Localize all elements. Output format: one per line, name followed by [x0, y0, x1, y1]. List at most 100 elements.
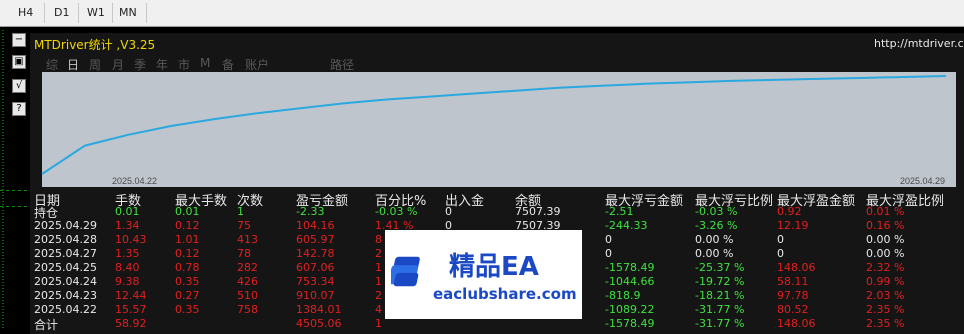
- cell-pnl: -2.33: [296, 205, 325, 218]
- brand-logo-icon: [391, 256, 420, 287]
- cell-date: 2025.04.23: [34, 289, 97, 302]
- cell-max-lots: 0.35: [175, 303, 200, 316]
- tab-summary[interactable]: 综: [46, 56, 58, 73]
- cell-max-fp-pct: 0.16 %: [866, 219, 905, 232]
- cell-max-fp-pct: 2.03 %: [866, 289, 905, 302]
- cell-balance: 7507.39: [515, 205, 561, 218]
- cell-pnl: 607.06: [296, 261, 335, 274]
- screenshot-icon[interactable]: ▣: [12, 55, 26, 69]
- tab-notes[interactable]: 备: [222, 56, 234, 73]
- cell-max-dd-pct: -25.37 %: [695, 261, 745, 274]
- cell-max-fp-pct: 0.01 %: [866, 205, 905, 218]
- tab-account[interactable]: 账户: [245, 56, 269, 73]
- cell-date: 2025.04.25: [34, 261, 97, 274]
- cell-count: 282: [237, 261, 258, 274]
- cell-max-fp: 0.92: [777, 205, 802, 218]
- cell-lots: 10.43: [115, 233, 147, 246]
- tab-path[interactable]: 路径: [330, 56, 354, 73]
- cell-date: 2025.04.28: [34, 233, 97, 246]
- cell-count: 1: [237, 205, 244, 218]
- cell-max-dd-pct: -31.77 %: [695, 303, 745, 316]
- cell-count: 758: [237, 303, 258, 316]
- cell-lots: 58.92: [115, 317, 147, 330]
- panel-title: MTDriver统计 ,V3.25: [34, 38, 156, 52]
- timeframe-w1[interactable]: W1: [87, 6, 105, 19]
- cell-max-lots: 1.01: [175, 233, 200, 246]
- toolbar-divider: [44, 3, 45, 23]
- cell-date: 2025.04.22: [34, 303, 97, 316]
- minimize-panel-button[interactable]: −: [12, 33, 26, 47]
- tab-monthly[interactable]: 月: [112, 56, 124, 73]
- timeframe-h4[interactable]: H4: [18, 6, 33, 19]
- cell-pnl: 142.78: [296, 247, 335, 260]
- cell-max-lots: 0.01: [175, 205, 200, 218]
- tab-yearly[interactable]: 年: [156, 56, 168, 73]
- cell-count: 426: [237, 275, 258, 288]
- cell-count: 75: [237, 219, 251, 232]
- cell-lots: 15.57: [115, 303, 147, 316]
- help-icon[interactable]: ?: [12, 102, 26, 116]
- cell-date: 2025.04.29: [34, 219, 97, 232]
- chart-gutter-line: [2, 30, 4, 330]
- cell-max-fp-pct: 2.35 %: [866, 303, 905, 316]
- cell-max-dd-pct: -0.03 %: [695, 205, 738, 218]
- check-icon[interactable]: √: [12, 79, 26, 93]
- cell-max-dd-pct: -3.26 %: [695, 219, 738, 232]
- cell-pct: 2: [375, 247, 382, 260]
- cell-max-lots: 0.78: [175, 261, 200, 274]
- cell-count: 510: [237, 289, 258, 302]
- timeframe-d1[interactable]: D1: [54, 6, 69, 19]
- cell-pct: 1: [375, 317, 382, 330]
- cell-max-fp-pct: 0.00 %: [866, 233, 905, 246]
- cell-pct: 1: [375, 261, 382, 274]
- panel-url-link[interactable]: http://mtdriver.com: [874, 37, 964, 50]
- cell-max-fp-pct: 0.00 %: [866, 247, 905, 260]
- cell-count: 413: [237, 233, 258, 246]
- cell-max-dd: -244.33: [605, 219, 648, 232]
- cell-pct: 1: [375, 275, 382, 288]
- toolbar-divider: [146, 3, 147, 23]
- cell-pct: 8: [375, 233, 382, 246]
- cell-max-fp: 0: [777, 233, 784, 246]
- timeframe-mn[interactable]: MN: [119, 6, 137, 19]
- cell-max-fp: 148.06: [777, 317, 816, 330]
- cell-max-lots: 0.12: [175, 247, 200, 260]
- cell-max-lots: 0.12: [175, 219, 200, 232]
- cell-max-dd: -1089.22: [605, 303, 655, 316]
- watermark-title: 精品EA: [449, 252, 539, 282]
- cell-pnl: 605.97: [296, 233, 335, 246]
- cell-date: 2025.04.27: [34, 247, 97, 260]
- cell-pnl: 4505.06: [296, 317, 342, 330]
- cell-max-dd-pct: 0.00 %: [695, 233, 734, 246]
- cell-max-dd-pct: -31.77 %: [695, 317, 745, 330]
- cell-max-fp: 80.52: [777, 303, 809, 316]
- cell-max-dd-pct: -18.21 %: [695, 289, 745, 302]
- timeframe-toolbar: H4 D1 W1 MN: [0, 0, 964, 27]
- cell-max-fp-pct: 0.99 %: [866, 275, 905, 288]
- cell-pct: -0.03 %: [375, 205, 418, 218]
- cell-max-lots: 0.27: [175, 289, 200, 302]
- cell-pnl: 910.07: [296, 289, 335, 302]
- tab-market[interactable]: 市: [178, 56, 190, 73]
- tab-weekly[interactable]: 周: [89, 56, 101, 73]
- cell-pct: 2: [375, 289, 382, 302]
- tab-quarterly[interactable]: 季: [134, 56, 146, 73]
- cell-lots: 0.01: [115, 205, 140, 218]
- cell-max-dd: 0: [605, 233, 612, 246]
- cell-lots: 1.34: [115, 219, 140, 232]
- watermark-overlay: 精品EA eaclubshare.com: [385, 230, 582, 319]
- cell-pnl: 753.34: [296, 275, 335, 288]
- tab-m[interactable]: M: [200, 56, 210, 70]
- cell-max-dd: -818.9: [605, 289, 641, 302]
- price-gridline: [0, 190, 30, 191]
- watermark-subtitle: eaclubshare.com: [433, 285, 577, 303]
- cell-max-dd: -1044.66: [605, 275, 655, 288]
- cell-pct: 4: [375, 303, 382, 316]
- cell-max-fp: 12.19: [777, 219, 809, 232]
- toolbar-divider: [112, 3, 113, 23]
- cell-max-fp-pct: 2.32 %: [866, 261, 905, 274]
- tab-daily[interactable]: 日: [67, 56, 79, 73]
- cell-max-fp: 148.06: [777, 261, 816, 274]
- cell-count: 78: [237, 247, 251, 260]
- cell-max-dd-pct: 0.00 %: [695, 247, 734, 260]
